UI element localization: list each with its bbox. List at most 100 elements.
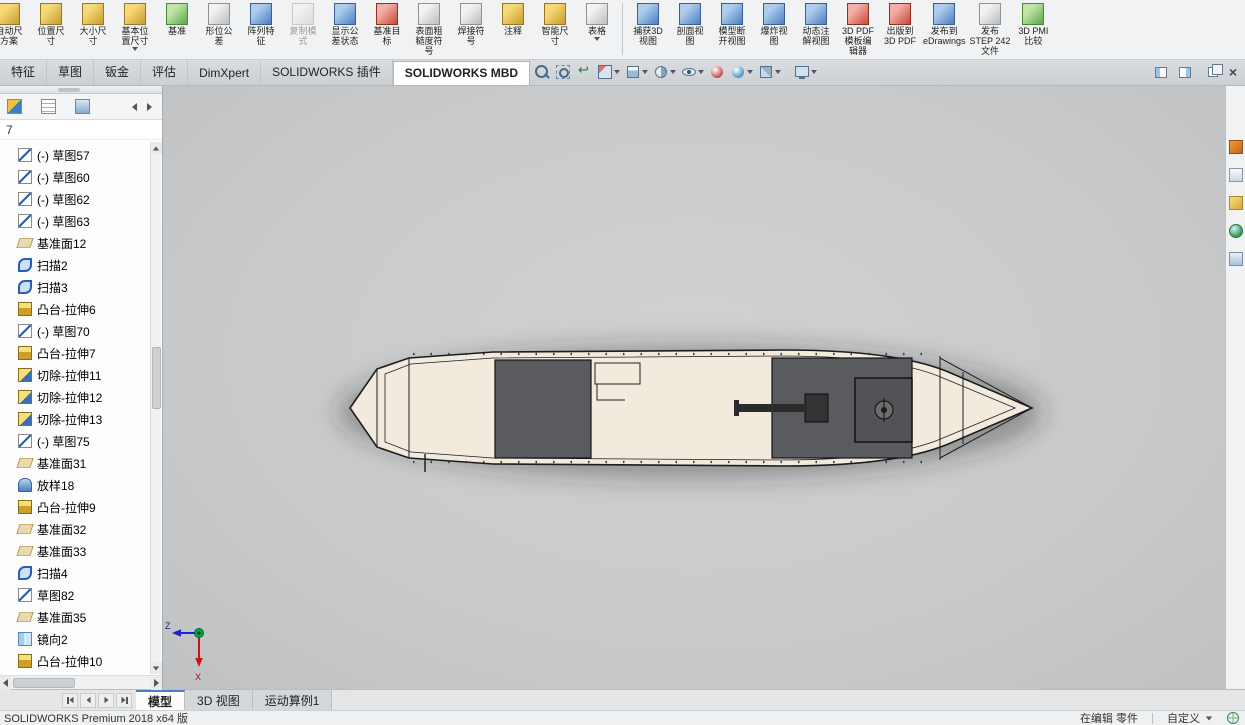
tree-vertical-scrollbar[interactable] [150,142,162,674]
scroll-thumb[interactable] [13,677,75,688]
hide-show-items-button[interactable] [679,62,706,82]
sheet-last-button[interactable] [116,692,132,708]
tree-item[interactable]: 凸台-拉伸6 [4,298,150,320]
featuremanager-tab[interactable] [4,97,24,117]
display-style-button[interactable] [651,62,678,82]
propertymanager-tab[interactable] [38,97,58,117]
publish-step-242-button[interactable]: 发布 STEP 242 文件 [968,2,1013,57]
geometric-tolerance-button[interactable]: 形位公 差 [198,2,240,47]
tree-item[interactable]: 扫描4 [4,562,150,584]
tree-item[interactable]: (-) 草图62 [4,188,150,210]
apply-scene-button[interactable] [728,62,755,82]
panel-prev-icon[interactable] [132,102,137,111]
surface-finish-button[interactable]: 表面粗 糙度符 号 [408,2,450,57]
tab-dimxpert[interactable]: DimXpert [188,62,262,85]
tab-3d-views[interactable]: 3D 视图 [185,690,253,710]
tree-item[interactable]: 凸台-拉伸10 [4,650,150,672]
pattern-feature-button[interactable]: 阵列特 征 [240,2,282,47]
tree-item[interactable]: 基准面32 [4,518,150,540]
sheet-prev-button[interactable] [80,692,96,708]
datum-button[interactable]: 基准 [156,2,198,37]
exploded-view-button[interactable]: 爆炸视 图 [753,2,795,47]
globe-icon[interactable] [1227,712,1239,724]
configurationmanager-tab[interactable] [72,97,92,117]
sheet-next-button[interactable] [98,692,114,708]
table-button[interactable]: 表格 [576,2,618,42]
scroll-down-button[interactable] [150,662,162,674]
tree-item[interactable]: 草图82 [4,584,150,606]
tab-sketch[interactable]: 草图 [47,59,95,85]
panel-next-icon[interactable] [147,102,152,111]
tree-item[interactable]: (-) 草图63 [4,210,150,232]
model-break-view-button[interactable]: 模型断 开视图 [711,2,753,47]
tree-item[interactable]: 切除-拉伸12 [4,386,150,408]
graphics-area[interactable]: Z X [163,86,1225,689]
tree-item[interactable]: 镜向2 [4,628,150,650]
previous-view-button[interactable] [574,62,594,82]
collapse-left-pane-button[interactable] [1152,63,1170,81]
solidworks-resources-icon[interactable] [1227,138,1245,156]
design-library-icon[interactable] [1227,166,1245,184]
capture-3d-view-button[interactable]: 捕获3D 视图 [627,2,669,47]
size-dimension-button[interactable]: 大小尺 寸 [72,2,114,47]
section-view-ribbon-button[interactable]: 剖面视 图 [669,2,711,47]
tree-item[interactable]: 放样18 [4,474,150,496]
view-orientation-button[interactable] [623,62,650,82]
tab-evaluate[interactable]: 评估 [141,59,189,85]
tab-model[interactable]: 模型 [136,690,186,710]
options-display-button[interactable] [784,62,819,82]
restore-window-button[interactable] [1200,63,1223,81]
scroll-track[interactable] [151,154,162,662]
tree-item[interactable]: 切除-拉伸13 [4,408,150,430]
publish-3d-pdf-button[interactable]: 出版到 3D PDF [879,2,921,47]
auto-dimension-scheme-button[interactable]: 自动尺 方案 [0,2,30,47]
weld-symbol-button[interactable]: 焊接符 号 [450,2,492,47]
scroll-right-button[interactable] [151,675,162,690]
show-tolerance-status-button[interactable]: 显示公 差状态 [324,2,366,47]
tree-item[interactable]: 切除-拉伸11 [4,364,150,386]
datum-target-button[interactable]: 基准目 标 [366,2,408,47]
tree-item[interactable]: 凸台-拉伸7 [4,342,150,364]
appearances-icon[interactable] [1227,222,1245,240]
tab-solidworks-addins[interactable]: SOLIDWORKS 插件 [261,59,393,85]
tree-item[interactable]: (-) 草图60 [4,166,150,188]
tree-item[interactable]: 扫描2 [4,254,150,276]
scroll-up-button[interactable] [150,142,162,154]
panel-splitter[interactable] [0,86,162,94]
file-explorer-icon[interactable] [1227,194,1245,212]
customize-statusbar-button[interactable]: 自定义 [1167,710,1213,725]
location-dimension-button[interactable]: 位置尺 寸 [30,2,72,47]
tree-item[interactable]: 扫描3 [4,276,150,298]
edit-appearance-button[interactable] [707,62,727,82]
tab-motion-study-1[interactable]: 运动算例1 [252,690,333,710]
copy-scheme-button[interactable]: 复制模 式 [282,2,324,47]
3d-pdf-template-editor-button[interactable]: 3D PDF 模板编 辑器 [837,2,879,57]
tree-horizontal-scrollbar[interactable] [0,675,162,690]
tree-item[interactable]: 凸台-拉伸9 [4,496,150,518]
close-window-button[interactable]: × [1224,63,1242,81]
sheet-first-button[interactable] [62,692,78,708]
tree-item[interactable]: 基准面35 [4,606,150,628]
custom-properties-icon[interactable] [1227,250,1245,268]
smart-dimension-button[interactable]: 智能尺 寸 [534,2,576,47]
zoom-area-button[interactable] [553,62,573,82]
collapse-right-pane-button[interactable] [1176,63,1194,81]
scroll-track[interactable] [11,676,151,690]
tab-solidworks-mbd[interactable]: SOLIDWORKS MBD [392,61,531,85]
tree-item[interactable]: 基准面12 [4,232,150,254]
note-button[interactable]: 注释 [492,2,534,37]
zoom-fit-button[interactable] [532,62,552,82]
tree-item[interactable]: (-) 草图70 [4,320,150,342]
tree-item[interactable]: (-) 草图57 [4,144,150,166]
publish-edrawings-button[interactable]: 发布到 eDrawings [921,2,968,47]
scroll-left-button[interactable] [0,675,11,690]
dynamic-annotation-views-button[interactable]: 动态注 解视图 [795,2,837,47]
3d-pmi-compare-button[interactable]: 3D PMI 比较 [1012,2,1054,47]
tab-features[interactable]: 特征 [0,59,48,85]
scroll-thumb[interactable] [151,347,161,410]
tab-sheet-metal[interactable]: 钣金 [94,59,142,85]
section-view-button[interactable] [595,62,622,82]
basic-location-dimension-button[interactable]: 基本位 置尺寸 [114,2,156,52]
tree-item[interactable]: 基准面33 [4,540,150,562]
view-settings-button[interactable] [756,62,783,82]
